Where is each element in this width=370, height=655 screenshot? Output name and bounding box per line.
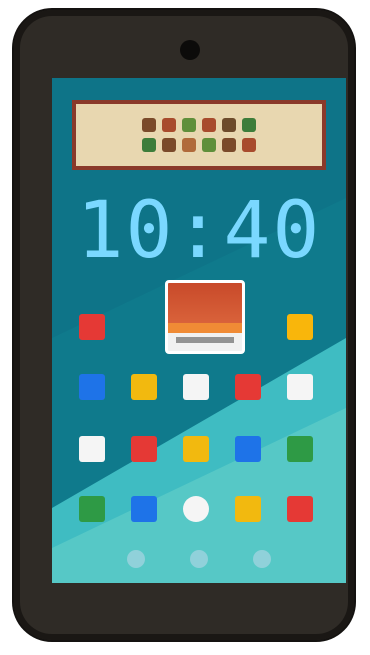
dock-app-yellow[interactable] (235, 496, 261, 522)
calendar-widget-line (176, 337, 234, 343)
front-camera-icon (180, 40, 200, 60)
nav-home-icon[interactable] (190, 550, 208, 568)
nav-recents-icon[interactable] (253, 550, 271, 568)
app-yellow-3[interactable] (183, 436, 209, 462)
dock-app-white[interactable] (183, 496, 209, 522)
calendar-widget-icon (168, 283, 242, 323)
calendar-widget-strip (168, 323, 242, 333)
calendar-widget[interactable] (165, 280, 245, 354)
app-white-1[interactable] (183, 374, 209, 400)
app-red-3[interactable] (131, 436, 157, 462)
nav-back-icon[interactable] (127, 550, 145, 568)
pixel-banner-widget[interactable] (72, 100, 326, 170)
home-screen: 10:40 (52, 78, 346, 583)
app-green-1[interactable] (287, 436, 313, 462)
app-blue-2[interactable] (235, 436, 261, 462)
app-white-2[interactable] (287, 374, 313, 400)
app-red-1[interactable] (79, 314, 105, 340)
phone-device: 10:40 (14, 10, 354, 640)
dock-app-blue[interactable] (131, 496, 157, 522)
clock-time: 10:40 (76, 186, 322, 276)
dock-app-green[interactable] (79, 496, 105, 522)
dock-app-red[interactable] (287, 496, 313, 522)
app-yellow-2[interactable] (131, 374, 157, 400)
app-yellow-1[interactable] (287, 314, 313, 340)
app-red-2[interactable] (235, 374, 261, 400)
app-blue-1[interactable] (79, 374, 105, 400)
pixel-art-banner-icon (142, 118, 256, 152)
app-white-3[interactable] (79, 436, 105, 462)
